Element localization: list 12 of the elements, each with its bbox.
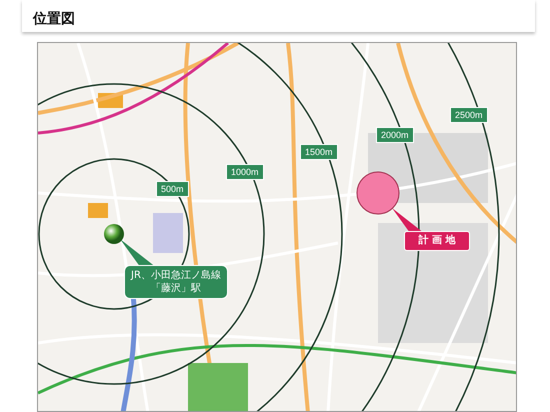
distance-label: 2000m	[376, 127, 414, 143]
park-area	[188, 363, 248, 411]
callout-text: 「藤沢」駅	[150, 282, 201, 295]
site-marker	[356, 172, 400, 214]
distance-label: 2500m	[450, 107, 488, 123]
distance-label: 500m	[156, 181, 189, 197]
site-label: 計 画 地	[404, 231, 470, 251]
page-title: 位置図	[33, 11, 75, 27]
distance-label: 1500m	[300, 144, 338, 160]
distance-label: 1000m	[226, 164, 264, 180]
station-marker	[104, 224, 124, 244]
callout-text: JR、小田急江ノ島線	[131, 269, 221, 282]
